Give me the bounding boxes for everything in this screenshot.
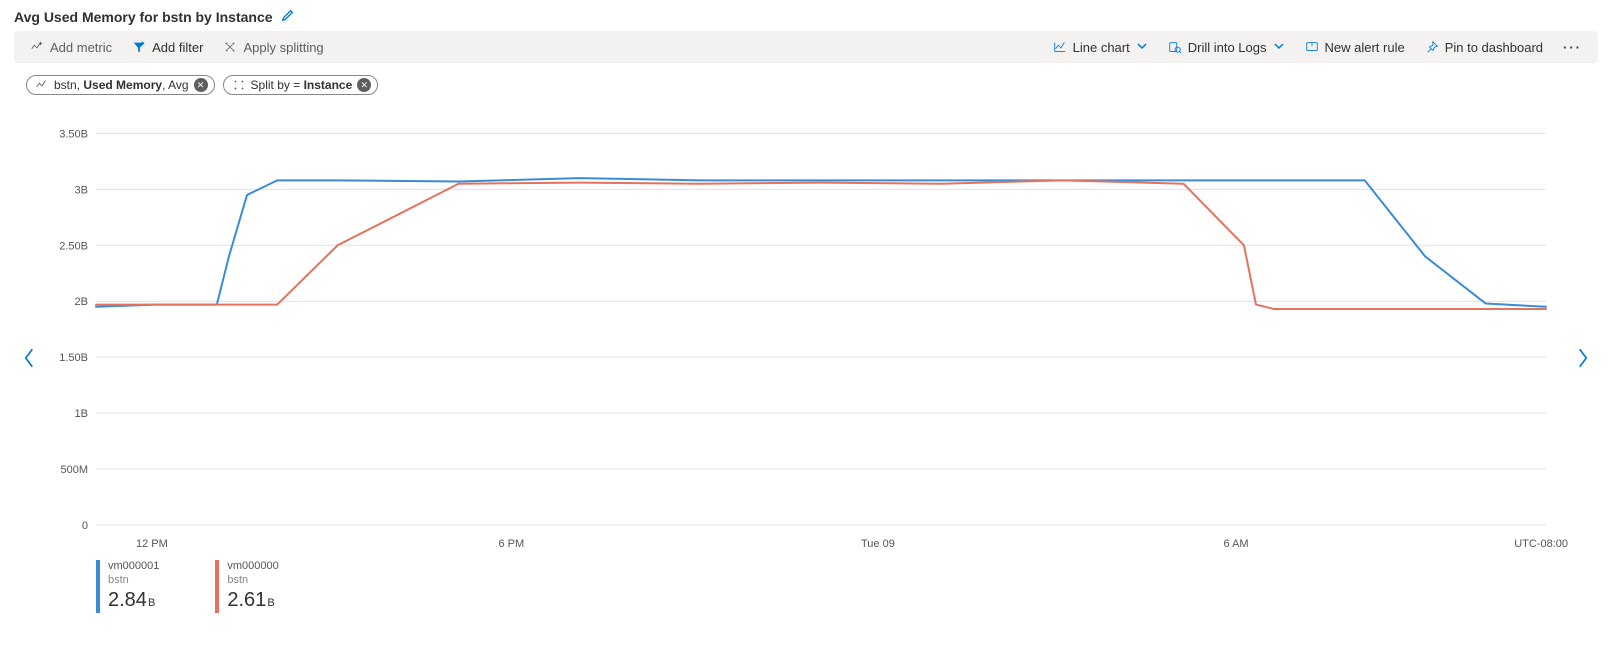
chart-header: Avg Used Memory for bstn by Instance	[14, 8, 1598, 25]
y-tick-label: 2.50B	[59, 240, 88, 252]
legend-source: bstn	[227, 574, 278, 588]
line-chart-label: Line chart	[1073, 40, 1130, 55]
y-tick-label: 1B	[75, 408, 88, 420]
drill-logs-label: Drill into Logs	[1188, 40, 1267, 55]
legend-item[interactable]: vm000000bstn2.61B	[215, 560, 278, 613]
filter-chips: bstn, Used Memory, Avg ✕ Split by = Inst…	[26, 75, 1598, 95]
chip-text: , Avg	[162, 78, 188, 92]
split-icon	[223, 40, 237, 54]
add-metric-label: Add metric	[50, 40, 112, 55]
prev-button[interactable]	[14, 347, 44, 369]
x-tick-label: 6 PM	[499, 538, 525, 550]
pin-dashboard-button[interactable]: Pin to dashboard	[1415, 31, 1553, 63]
x-tick-label: 6 AM	[1224, 538, 1249, 550]
apply-splitting-label: Apply splitting	[243, 40, 323, 55]
metric-icon	[30, 40, 44, 54]
metric-icon	[35, 78, 49, 92]
series-vm000000	[96, 180, 1546, 309]
legend-value: 2.61B	[227, 588, 278, 613]
chart-toolbar: Add metric Add filter Apply splitting Li…	[14, 31, 1598, 63]
chevron-down-icon	[1273, 40, 1285, 55]
legend-value: 2.84B	[108, 588, 159, 613]
y-tick-label: 3B	[75, 184, 88, 196]
new-alert-button[interactable]: New alert rule	[1295, 31, 1415, 63]
chip-text: bstn,	[54, 78, 83, 92]
chevron-down-icon	[1136, 40, 1148, 55]
edit-icon[interactable]	[281, 8, 295, 25]
y-tick-label: 3.50B	[59, 128, 88, 140]
split-icon	[232, 78, 246, 92]
legend-source: bstn	[108, 574, 159, 588]
legend-series-name: vm000000	[227, 560, 278, 574]
pin-icon	[1425, 40, 1439, 54]
legend: vm000001bstn2.84Bvm000000bstn2.61B	[96, 560, 1568, 613]
pin-dashboard-label: Pin to dashboard	[1445, 40, 1543, 55]
next-button[interactable]	[1568, 347, 1598, 369]
x-tick-label: 12 PM	[136, 538, 168, 550]
split-chip[interactable]: Split by = Instance ✕	[223, 75, 379, 95]
timezone-label: UTC-08:00	[1514, 538, 1568, 550]
alert-icon	[1305, 40, 1319, 54]
more-button[interactable]: ···	[1553, 31, 1592, 63]
series-vm000001	[96, 178, 1546, 307]
apply-splitting-button[interactable]: Apply splitting	[213, 31, 333, 63]
y-tick-label: 0	[82, 520, 88, 532]
drill-logs-button[interactable]: Drill into Logs	[1158, 31, 1295, 63]
line-chart[interactable]: 0 500M 1B 1.50B 2B 2.50B 3B 3.50B	[44, 103, 1548, 533]
legend-color-bar	[96, 560, 100, 613]
add-filter-button[interactable]: Add filter	[122, 31, 213, 63]
x-axis: UTC-08:00 12 PM 6 PM Tue 09 6 AM	[96, 538, 1568, 552]
filter-icon	[132, 40, 146, 54]
y-tick-label: 2B	[75, 296, 88, 308]
y-tick-label: 1.50B	[59, 352, 88, 364]
line-chart-icon	[1053, 40, 1067, 54]
x-tick-label: Tue 09	[861, 538, 895, 550]
metric-chip[interactable]: bstn, Used Memory, Avg ✕	[26, 75, 215, 95]
chip-text: Split by =	[251, 78, 304, 92]
add-filter-label: Add filter	[152, 40, 203, 55]
page-title: Avg Used Memory for bstn by Instance	[14, 9, 273, 25]
close-icon[interactable]: ✕	[357, 78, 371, 92]
legend-item[interactable]: vm000001bstn2.84B	[96, 560, 159, 613]
legend-color-bar	[215, 560, 219, 613]
more-icon: ···	[1563, 40, 1582, 55]
new-alert-label: New alert rule	[1325, 40, 1405, 55]
chip-text-bold: Used Memory	[83, 78, 162, 92]
close-icon[interactable]: ✕	[194, 78, 208, 92]
y-tick-label: 500M	[60, 464, 88, 476]
chip-text-bold: Instance	[304, 78, 353, 92]
chart-area: 0 500M 1B 1.50B 2B 2.50B 3B 3.50B UTC-08:00 12 …	[44, 103, 1568, 613]
logs-icon	[1168, 40, 1182, 54]
legend-series-name: vm000001	[108, 560, 159, 574]
add-metric-button[interactable]: Add metric	[20, 31, 122, 63]
line-chart-button[interactable]: Line chart	[1043, 31, 1158, 63]
